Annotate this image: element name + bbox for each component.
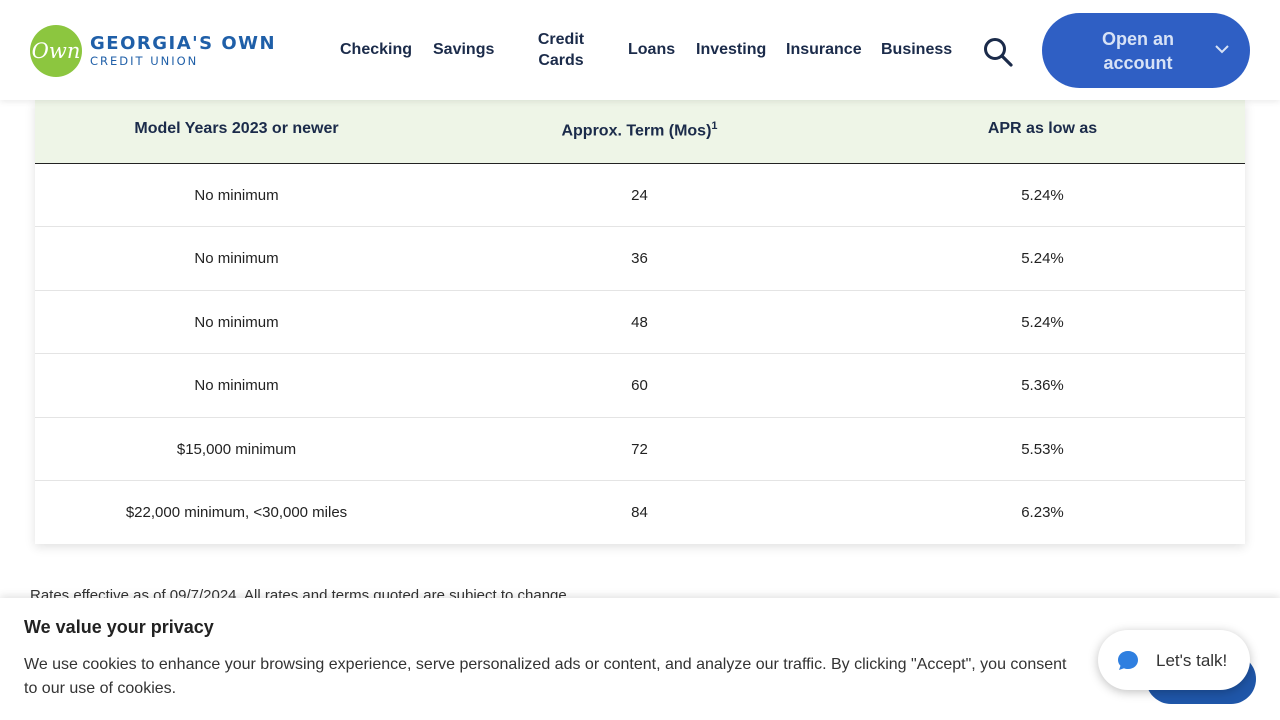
nav-insurance[interactable]: Insurance xyxy=(786,39,862,60)
logo-name: GEORGIA'S OWN xyxy=(90,33,277,54)
table-header: Model Years 2023 or newer Approx. Term (… xyxy=(35,100,1245,164)
cell-term: 48 xyxy=(631,314,648,331)
cell-term: 84 xyxy=(631,504,648,521)
cell-apr: 5.36% xyxy=(1021,377,1064,394)
column-header-model-years: Model Years 2023 or newer xyxy=(134,120,339,137)
table-row: No minimum 60 5.36% xyxy=(35,354,1245,418)
cell-model-years: $22,000 minimum, <30,000 miles xyxy=(125,504,348,521)
table-row: No minimum 24 5.24% xyxy=(35,164,1245,227)
logo-subtitle: CREDIT UNION xyxy=(90,54,199,68)
nav-investing[interactable]: Investing xyxy=(696,39,766,60)
site-header: Own GEORGIA'S OWN CREDIT UNION Checking … xyxy=(0,0,1280,100)
cell-apr: 5.24% xyxy=(1021,187,1064,204)
logo-mark: Own xyxy=(30,25,82,77)
page: Own GEORGIA'S OWN CREDIT UNION Checking … xyxy=(0,0,1280,720)
chat-bubble-icon xyxy=(1118,651,1138,670)
cell-term: 24 xyxy=(631,187,648,204)
cell-model-years: No minimum xyxy=(194,250,279,267)
cookie-banner: We value your privacy We use cookies to … xyxy=(0,598,1280,720)
nav-checking[interactable]: Checking xyxy=(340,39,412,60)
cell-model-years: No minimum xyxy=(194,187,279,204)
table-row: No minimum 48 5.24% xyxy=(35,291,1245,354)
cell-apr: 6.23% xyxy=(1021,504,1064,521)
cookie-title: We value your privacy xyxy=(24,617,214,637)
footnote-marker: 1 xyxy=(711,120,718,132)
open-account-button[interactable]: Open an account xyxy=(1042,13,1250,88)
cell-model-years: No minimum xyxy=(194,314,279,331)
cell-model-years: $15,000 minimum xyxy=(176,441,297,458)
cell-term: 72 xyxy=(631,441,648,458)
cell-apr: 5.53% xyxy=(1021,441,1064,458)
table-row: No minimum 36 5.24% xyxy=(35,227,1245,291)
chat-label: Let's talk! xyxy=(1156,651,1228,670)
cell-model-years: No minimum xyxy=(194,377,279,394)
cell-term: 36 xyxy=(631,250,648,267)
cookie-text: We use cookies to enhance your browsing … xyxy=(24,656,1067,697)
nav-loans[interactable]: Loans xyxy=(628,39,675,60)
logo[interactable]: Own GEORGIA'S OWN CREDIT UNION xyxy=(30,24,276,78)
chat-launcher[interactable]: Let's talk! xyxy=(1098,630,1250,690)
column-header-term: Approx. Term (Mos)1 xyxy=(561,120,718,140)
nav-credit-cards[interactable]: Credit Cards xyxy=(528,29,594,71)
cell-apr: 5.24% xyxy=(1021,250,1064,267)
search-icon[interactable] xyxy=(982,36,1014,68)
rates-table: Model Years 2023 or newer Approx. Term (… xyxy=(35,100,1245,544)
nav-business[interactable]: Business xyxy=(881,39,952,60)
table-row: $22,000 minimum, <30,000 miles 84 6.23% xyxy=(35,481,1245,544)
chevron-down-icon xyxy=(1215,45,1229,54)
nav-savings[interactable]: Savings xyxy=(433,39,494,60)
column-header-apr: APR as low as xyxy=(987,120,1098,137)
cell-term: 60 xyxy=(631,377,648,394)
cell-apr: 5.24% xyxy=(1021,314,1064,331)
table-row: $15,000 minimum 72 5.53% xyxy=(35,418,1245,481)
